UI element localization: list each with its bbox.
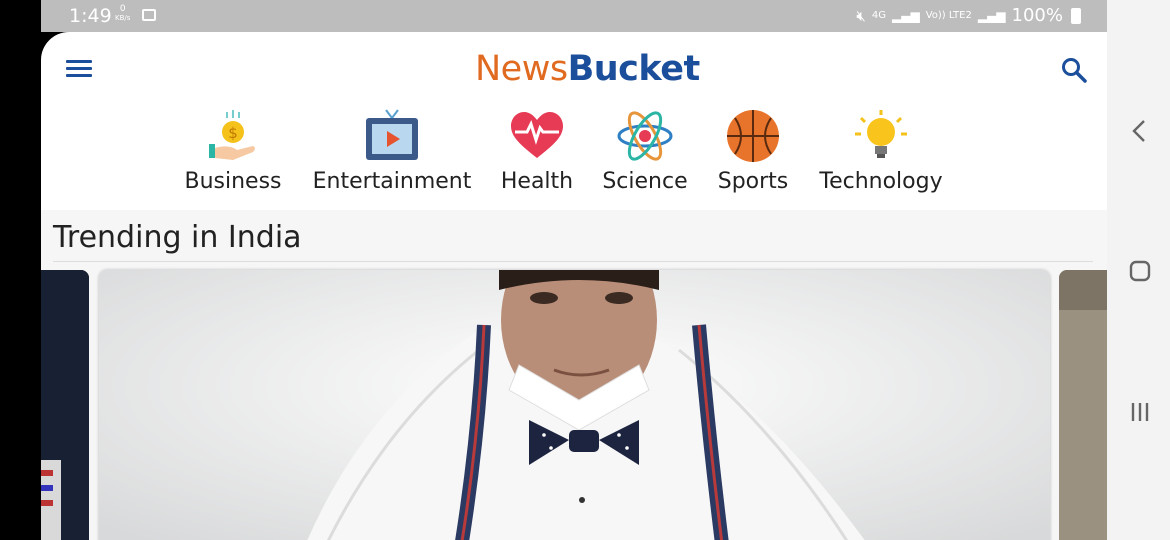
lightbulb-icon bbox=[855, 110, 907, 158]
category-health[interactable]: Health bbox=[497, 108, 577, 194]
app-screen: NewsBucket $ Business Entertainment Heal… bbox=[41, 32, 1107, 540]
data-rate-value: 0 bbox=[119, 4, 126, 14]
volte-label: Vo)) LTE2 bbox=[925, 9, 972, 21]
atom-icon bbox=[617, 111, 673, 161]
category-science[interactable]: Science bbox=[599, 108, 691, 194]
data-rate-unit: KB/s bbox=[115, 14, 131, 22]
logo-news: News bbox=[475, 49, 568, 89]
news-image-next bbox=[1059, 270, 1107, 540]
signal-icon: ▂▄▆ bbox=[892, 8, 920, 23]
section-title: Trending in India bbox=[53, 220, 302, 255]
battery-icon bbox=[1071, 7, 1081, 24]
category-label: Business bbox=[184, 169, 282, 194]
menu-line bbox=[66, 67, 92, 70]
category-label: Technology bbox=[819, 169, 943, 194]
status-icons: 🔇︎ 4G ▂▄▆ Vo)) LTE2 ▂▄▆ 100% bbox=[856, 5, 1081, 26]
status-bar: 1:49 0 KB/s 🔇︎ 4G ▂▄▆ Vo)) LTE2 ▂▄▆ 100% bbox=[41, 0, 1107, 32]
category-entertainment[interactable]: Entertainment bbox=[309, 108, 475, 194]
menu-button[interactable] bbox=[66, 60, 92, 78]
category-label: Science bbox=[602, 169, 688, 194]
divider bbox=[53, 261, 1093, 262]
logo-bucket: Bucket bbox=[567, 49, 701, 89]
menu-line bbox=[66, 60, 92, 63]
back-icon[interactable] bbox=[1125, 116, 1155, 146]
network-type: 4G bbox=[871, 9, 886, 21]
system-nav-bar bbox=[1107, 0, 1170, 540]
category-bar: $ Business Entertainment Health Science … bbox=[41, 108, 1107, 208]
category-label: Health bbox=[500, 169, 574, 194]
news-card-previous[interactable] bbox=[41, 270, 89, 540]
money-hand-icon: $ bbox=[209, 110, 255, 160]
heart-pulse-icon bbox=[511, 112, 563, 158]
signal-icon-2: ▂▄▆ bbox=[977, 8, 1006, 23]
home-icon[interactable] bbox=[1125, 256, 1155, 286]
basketball-icon bbox=[727, 110, 779, 162]
recent-apps-icon[interactable] bbox=[1125, 397, 1155, 427]
mute-icon: 🔇︎ bbox=[856, 6, 866, 25]
category-technology[interactable]: Technology bbox=[815, 108, 947, 194]
tv-icon bbox=[366, 109, 418, 160]
app-logo: NewsBucket bbox=[475, 49, 700, 89]
news-image-previous bbox=[41, 270, 89, 540]
news-card-next[interactable] bbox=[1059, 270, 1107, 540]
news-image-main bbox=[99, 270, 1050, 540]
category-label: Sports bbox=[717, 169, 789, 194]
svg-text:$: $ bbox=[228, 124, 238, 142]
battery-percent: 100% bbox=[1011, 5, 1063, 26]
category-business[interactable]: $ Business bbox=[183, 108, 283, 194]
image-notification-icon bbox=[142, 9, 156, 21]
status-time: 1:49 bbox=[69, 5, 112, 27]
category-sports[interactable]: Sports bbox=[713, 108, 793, 194]
data-rate-indicator: 0 KB/s bbox=[115, 5, 130, 23]
news-card-main[interactable] bbox=[99, 270, 1050, 540]
search-icon[interactable] bbox=[1060, 56, 1088, 84]
menu-line bbox=[66, 74, 92, 77]
category-label: Entertainment bbox=[312, 169, 472, 194]
